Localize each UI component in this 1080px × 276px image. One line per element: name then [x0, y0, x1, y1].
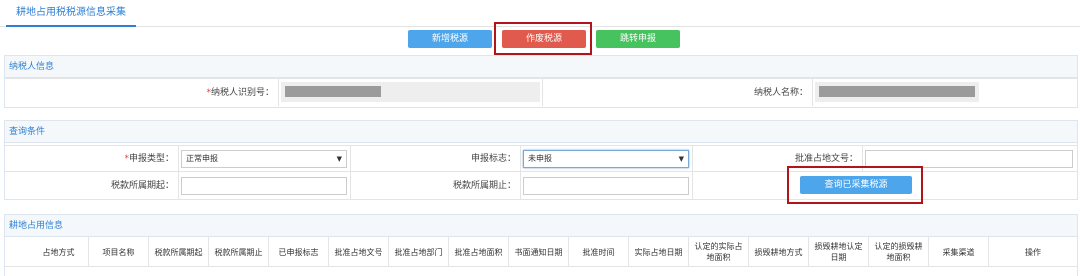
caret-down-icon: ▼ — [336, 155, 342, 163]
col-header: 认定的实际占地面积 — [689, 237, 749, 267]
decl-flag-label: 申报标志： — [351, 146, 521, 171]
add-tax-source-button[interactable]: 新增税源 — [408, 30, 492, 48]
col-header: 税款所属期起 — [149, 237, 209, 267]
col-header: 实际占地日期 — [629, 237, 689, 267]
col-header: 认定的损毁耕地面积 — [869, 237, 929, 267]
taxpayer-info-section: 纳税人信息 *纳税人识别号： 纳税人名称： — [4, 55, 1078, 108]
decl-flag-select[interactable]: 未申报 ▼ — [523, 150, 689, 168]
query-collected-sources-button[interactable]: 查询已采集税源 — [800, 176, 912, 194]
decl-type-label-text: 申报类型： — [128, 154, 174, 164]
col-header: 批准占地部门 — [389, 237, 449, 267]
approval-no-label: 批准占地文号： — [693, 146, 863, 171]
approval-no-input[interactable] — [865, 150, 1073, 168]
period-end-cell — [521, 172, 693, 199]
col-header: 占地方式 — [29, 237, 89, 267]
col-header: 批准占地文号 — [329, 237, 389, 267]
col-header: 税款所属期止 — [209, 237, 269, 267]
col-header: 损毁耕地认定日期 — [809, 237, 869, 267]
col-header: 项目名称 — [89, 237, 149, 267]
section-title: 查询条件 — [5, 121, 1077, 143]
period-start-input[interactable] — [181, 177, 347, 195]
col-header: 采集渠道 — [929, 237, 989, 267]
jump-to-declaration-button[interactable]: 跳转申报 — [596, 30, 680, 48]
col-header: 操作 — [1025, 247, 1041, 257]
taxpayer-id-label: *纳税人识别号： — [5, 79, 279, 106]
tab-bar: 耕地占用税税源信息采集 — [0, 0, 1080, 27]
decl-flag-cell: 未申报 ▼ — [521, 146, 693, 171]
decl-type-value: 正常申报 — [186, 154, 218, 163]
section-title: 耕地占用信息 — [5, 215, 1077, 237]
occupation-info-section: 耕地占用信息 占地方式 项目名称 税款所属期起 税款所属期止 已申报标志 批准占… — [4, 214, 1078, 276]
decl-type-cell: 正常申报 ▼ — [179, 146, 351, 171]
section-title: 纳税人信息 — [5, 56, 1077, 78]
col-header: 批准占地面积 — [449, 237, 509, 267]
taxpayer-name-cell — [813, 79, 1077, 106]
taxpayer-name-masked-value — [819, 86, 975, 97]
approval-no-cell — [863, 146, 1077, 171]
decl-flag-value: 未申报 — [528, 154, 552, 163]
tab-cultivated-land-tax-source[interactable]: 耕地占用税税源信息采集 — [6, 6, 136, 27]
decl-type-label: *申报类型： — [5, 146, 179, 171]
query-row-1: *申报类型： 正常申报 ▼ 申报标志： 未申报 ▼ 批准占地文号： — [5, 145, 1077, 171]
occupation-table-header: 占地方式 项目名称 税款所属期起 税款所属期止 已申报标志 批准占地文号 批准占… — [5, 237, 1077, 267]
taxpayer-id-masked-value — [285, 86, 381, 97]
taxpayer-id-cell — [279, 79, 543, 106]
col-header: 批准时间 — [569, 237, 629, 267]
query-conditions-section: 查询条件 *申报类型： 正常申报 ▼ 申报标志： 未申报 ▼ 批准占地文号： 税… — [4, 120, 1078, 200]
void-tax-source-button[interactable]: 作废税源 — [502, 30, 586, 48]
col-header: 损毁耕地方式 — [749, 237, 809, 267]
period-end-input[interactable] — [523, 177, 689, 195]
period-start-label: 税款所属期起： — [5, 172, 179, 199]
query-row-2: 税款所属期起： 税款所属期止： — [5, 171, 1077, 199]
decl-type-select[interactable]: 正常申报 ▼ — [181, 150, 347, 168]
period-start-cell — [179, 172, 351, 199]
col-header: 已申报标志 — [269, 237, 329, 267]
taxpayer-name-label: 纳税人名称： — [543, 79, 813, 106]
taxpayer-id-label-text: 纳税人识别号： — [210, 88, 274, 98]
col-header: 书面通知日期 — [509, 237, 569, 267]
period-end-label: 税款所属期止： — [351, 172, 521, 199]
caret-down-icon: ▼ — [678, 155, 684, 163]
taxpayer-row: *纳税人识别号： 纳税人名称： — [5, 78, 1077, 106]
